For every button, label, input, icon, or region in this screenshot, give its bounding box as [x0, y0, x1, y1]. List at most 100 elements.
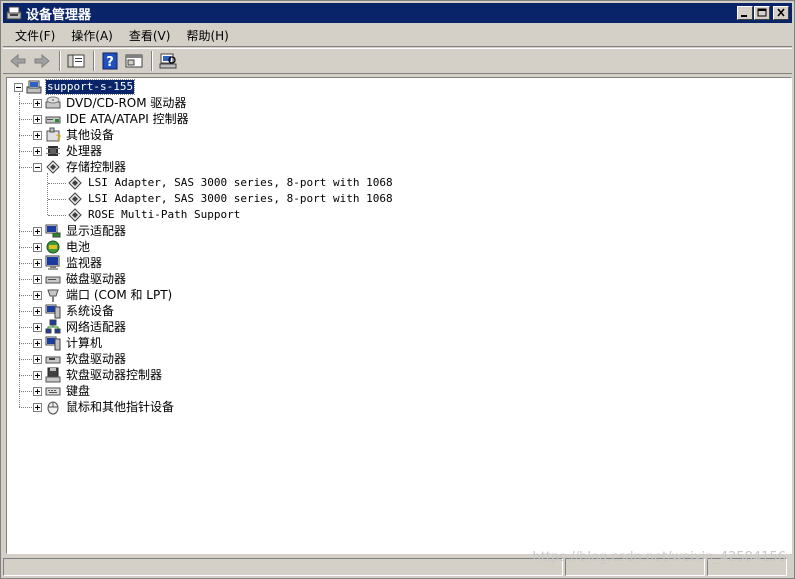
device-manager-window: 设备管理器 文件(F) 操作(A) 查看(V) 帮助(H) ? support-… — [0, 0, 795, 579]
category-label: 软盘驱动器 — [66, 352, 127, 366]
tree-category[interactable]: 电池 — [33, 239, 91, 255]
expand-toggle[interactable] — [33, 306, 42, 316]
tree-category[interactable]: 端口 (COM 和 LPT) — [33, 287, 173, 303]
category-label: 电池 — [66, 240, 91, 254]
tree-category[interactable]: 软盘驱动器 — [33, 351, 127, 367]
expand-toggle[interactable] — [33, 226, 42, 236]
tree-connector-line — [19, 167, 32, 168]
keyboard-icon — [45, 387, 61, 396]
storage-device-icon — [68, 176, 82, 190]
category-label: 鼠标和其他指针设备 — [66, 400, 175, 414]
tree-connector-line — [19, 343, 32, 344]
show-hide-tree-icon — [67, 54, 85, 68]
tree-category[interactable]: 磁盘驱动器 — [33, 271, 127, 287]
expand-toggle[interactable] — [33, 114, 42, 124]
tree-category[interactable]: 监视器 — [33, 255, 103, 271]
collapse-toggle[interactable] — [14, 82, 23, 92]
tree-device[interactable]: LSI Adapter, SAS 3000 series, 8-port wit… — [67, 191, 394, 207]
minimize-icon — [741, 15, 747, 17]
menu-file[interactable]: 文件(F) — [7, 27, 63, 44]
menu-view[interactable]: 查看(V) — [121, 27, 179, 44]
expand-toggle[interactable] — [33, 242, 42, 252]
category-label: 端口 (COM 和 LPT) — [66, 288, 173, 302]
collapse-toggle[interactable] — [33, 162, 42, 172]
watermark-text: https://blog.csdn.net/weixin_42584156 — [532, 550, 786, 565]
tree-device[interactable]: LSI Adapter, SAS 3000 series, 8-port wit… — [67, 175, 394, 191]
tree-device[interactable]: ROSE Multi-Path Support — [67, 207, 241, 223]
tree-category[interactable]: IDE ATA/ATAPI 控制器 — [33, 111, 190, 127]
tree-category[interactable]: ? 其他设备 — [33, 127, 115, 143]
forward-button[interactable] — [31, 50, 53, 72]
battery-icon — [46, 240, 60, 254]
back-button[interactable] — [7, 50, 29, 72]
expand-toggle[interactable] — [33, 146, 42, 156]
toolbar-separator — [59, 51, 61, 71]
tree-root[interactable]: support-s-155 — [14, 79, 136, 95]
close-button[interactable] — [773, 6, 789, 20]
category-label: 软盘驱动器控制器 — [66, 368, 163, 382]
menu-action[interactable]: 操作(A) — [63, 27, 121, 44]
category-label: 存储控制器 — [66, 160, 127, 174]
tree-category[interactable]: 处理器 — [33, 143, 103, 159]
category-label: 其他设备 — [66, 128, 115, 142]
computer-root-icon — [26, 80, 42, 94]
category-label: 系统设备 — [66, 304, 115, 318]
tree-category[interactable]: 软盘驱动器控制器 — [33, 367, 163, 383]
ide-controller-icon — [45, 116, 61, 124]
maximize-button[interactable] — [754, 6, 770, 20]
tree-connector-line — [48, 183, 66, 184]
toolbar-separator — [151, 51, 153, 71]
device-label: ROSE Multi-Path Support — [88, 208, 241, 221]
properties-button[interactable] — [123, 50, 145, 72]
tree-connector-line — [19, 391, 32, 392]
expand-toggle[interactable] — [33, 386, 42, 396]
expand-toggle[interactable] — [33, 370, 42, 380]
device-label: LSI Adapter, SAS 3000 series, 8-port wit… — [88, 192, 393, 205]
tree-category[interactable]: 显示适配器 — [33, 223, 127, 239]
category-label: 显示适配器 — [66, 224, 127, 238]
expand-toggle[interactable] — [33, 322, 42, 332]
mouse-icon — [47, 401, 59, 415]
category-label: 磁盘驱动器 — [66, 272, 127, 286]
svg-text:?: ? — [56, 134, 61, 143]
tree-connector-line — [19, 135, 32, 136]
maximize-icon — [757, 8, 767, 17]
tree-category[interactable]: 网络适配器 — [33, 319, 127, 335]
forward-arrow-icon — [34, 53, 50, 69]
device-manager-icon — [6, 5, 22, 21]
help-button[interactable]: ? — [99, 50, 121, 72]
tree-connector-line — [19, 279, 32, 280]
expand-toggle[interactable] — [33, 338, 42, 348]
port-icon — [47, 289, 59, 302]
scan-hardware-button[interactable] — [157, 50, 179, 72]
category-label: 网络适配器 — [66, 320, 127, 334]
expand-toggle[interactable] — [33, 98, 42, 108]
expand-toggle[interactable] — [33, 258, 42, 268]
close-icon — [777, 8, 785, 17]
device-tree[interactable]: support-s-155 DVD/CD-ROM 驱动器 IDE ATA/ATAPI… — [6, 77, 792, 554]
tree-category[interactable]: DVD/CD-ROM 驱动器 — [33, 95, 187, 111]
expand-toggle[interactable] — [33, 290, 42, 300]
category-label: DVD/CD-ROM 驱动器 — [66, 96, 187, 110]
display-adapter-icon — [45, 224, 61, 238]
expand-toggle[interactable] — [33, 274, 42, 284]
expand-toggle[interactable] — [33, 402, 42, 412]
tree-category[interactable]: 键盘 — [33, 383, 91, 399]
title-bar[interactable]: 设备管理器 — [3, 3, 792, 23]
tree-connector-line — [47, 173, 48, 215]
floppy-controller-icon — [45, 367, 61, 383]
expand-toggle[interactable] — [33, 130, 42, 140]
tree-category[interactable]: 计算机 — [33, 335, 103, 351]
menu-help[interactable]: 帮助(H) — [178, 27, 236, 44]
storage-device-icon — [68, 192, 82, 206]
minimize-button[interactable] — [737, 6, 753, 20]
tree-category[interactable]: 鼠标和其他指针设备 — [33, 399, 175, 415]
expand-toggle[interactable] — [33, 354, 42, 364]
menu-bar: 文件(F) 操作(A) 查看(V) 帮助(H) — [3, 25, 792, 47]
tree-category[interactable]: 系统设备 — [33, 303, 115, 319]
tree-connector-line — [19, 327, 32, 328]
tree-connector-line — [19, 375, 32, 376]
show-hide-tree-button[interactable] — [65, 50, 87, 72]
category-label: 键盘 — [66, 384, 91, 398]
status-cell-main — [3, 558, 563, 576]
